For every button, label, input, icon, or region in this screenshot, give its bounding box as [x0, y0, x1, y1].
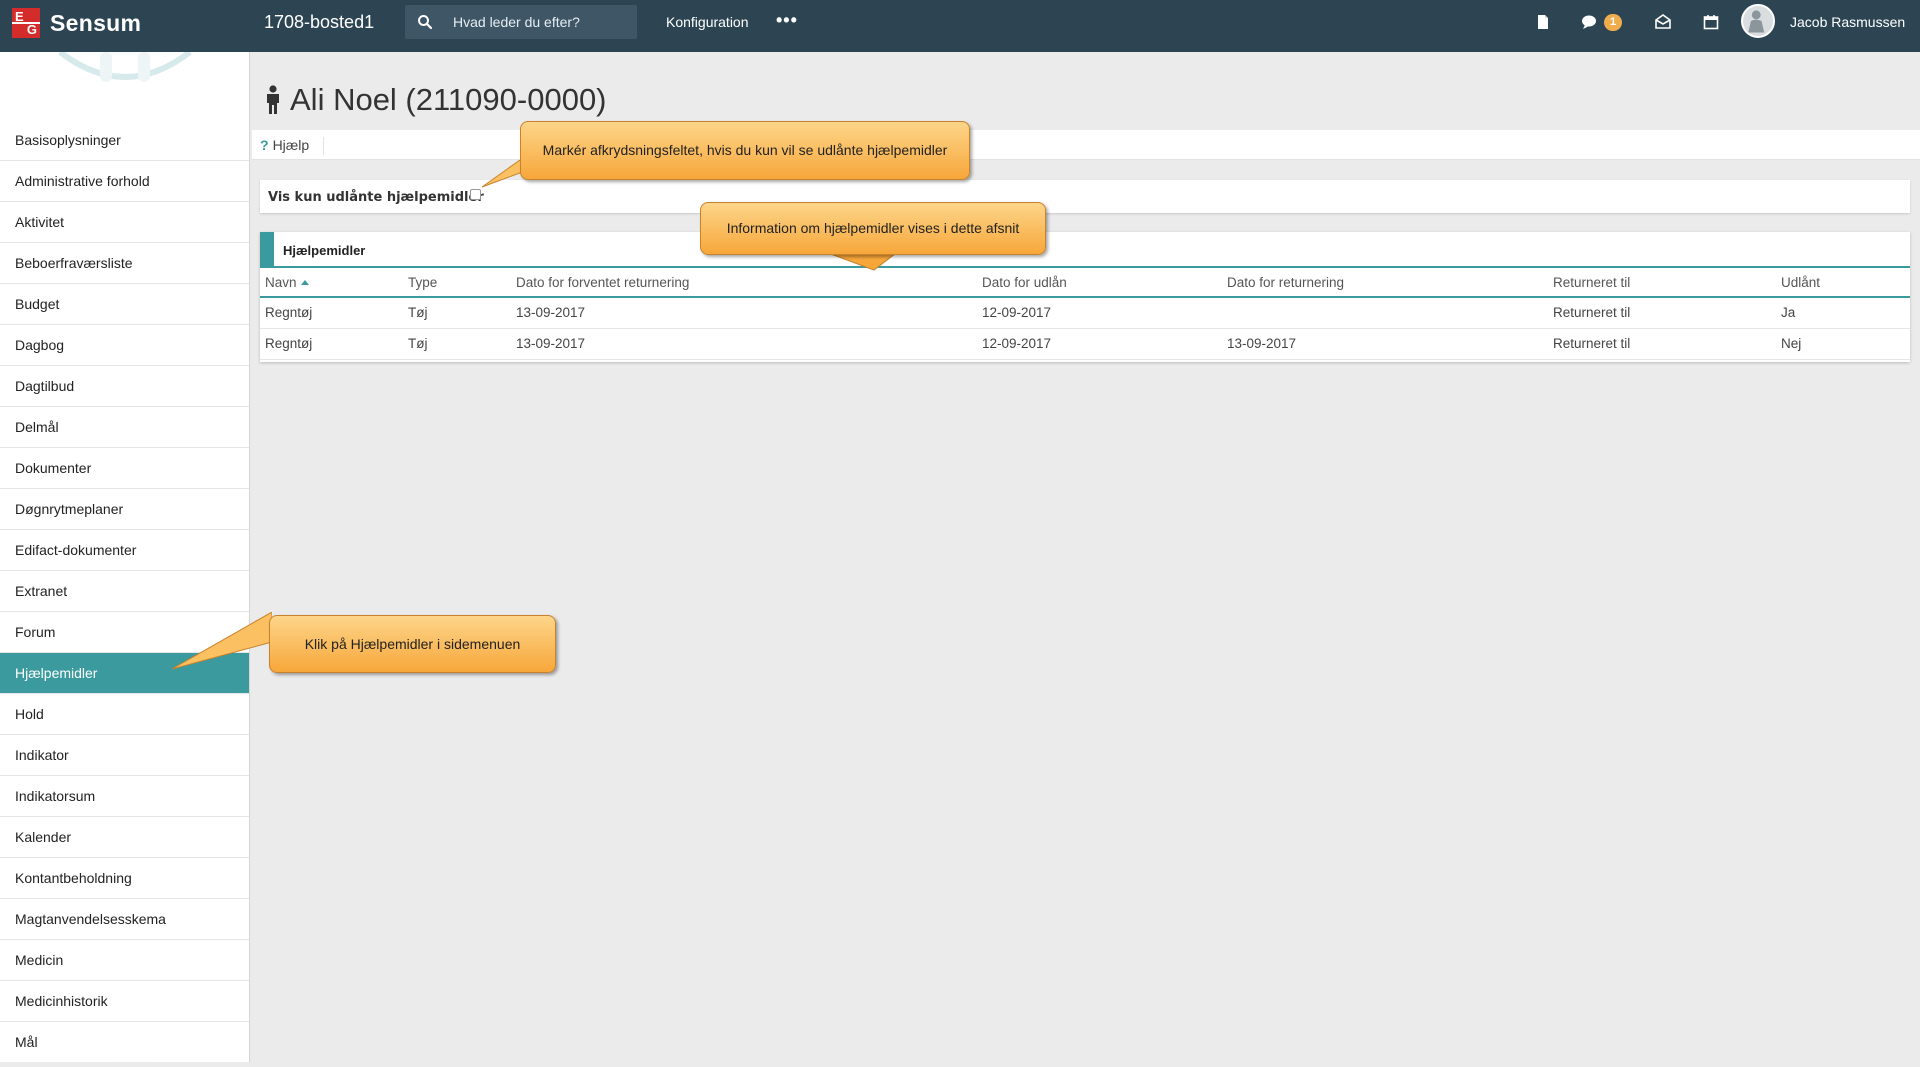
document-icon[interactable]: [1534, 13, 1552, 31]
loaned-only-checkbox[interactable]: [470, 189, 481, 200]
sidebar-item-kalender[interactable]: Kalender: [0, 817, 249, 858]
cell-return-date: [1222, 297, 1548, 329]
cell-expected-return: 13-09-2017: [511, 328, 977, 360]
cell-type: Tøj: [403, 297, 511, 329]
sidebar-item-hold[interactable]: Hold: [0, 694, 249, 735]
aids-table: Navn Type Dato for forventet returnering…: [260, 268, 1910, 360]
search-icon[interactable]: [417, 14, 433, 30]
sidebar-item-dagtilbud[interactable]: Dagtilbud: [0, 366, 249, 407]
cell-name: Regntøj: [260, 297, 403, 329]
column-header-type[interactable]: Type: [403, 268, 511, 298]
sidebar-item-basisoplysninger[interactable]: Basisoplysninger: [0, 120, 249, 161]
cell-return-date: 13-09-2017: [1222, 328, 1548, 360]
cell-name: Regntøj: [260, 328, 403, 360]
sidebar-item-delmaal[interactable]: Delmål: [0, 407, 249, 448]
page-title: Ali Noel (211090-0000): [264, 82, 607, 118]
mail-icon[interactable]: [1654, 13, 1672, 31]
resident-name: Ali Noel (211090-0000): [290, 82, 607, 117]
calendar-icon[interactable]: [1702, 13, 1720, 31]
table-row[interactable]: Regntøj Tøj 13-09-2017 12-09-2017 13-09-…: [260, 328, 1910, 360]
configuration-link[interactable]: Konfiguration: [666, 14, 749, 30]
eg-logo-icon: EG: [12, 8, 40, 38]
search-input[interactable]: [453, 13, 628, 31]
sidebar-item-aktivitet[interactable]: Aktivitet: [0, 202, 249, 243]
sidebar-item-beboerfravaersliste[interactable]: Beboerfraværsliste: [0, 243, 249, 284]
column-header-loaned[interactable]: Udlånt: [1776, 268, 1910, 298]
help-label: Hjælp: [272, 137, 310, 153]
side-menu: Basisoplysninger Administrative forhold …: [0, 52, 250, 1062]
sidebar-item-indikator[interactable]: Indikator: [0, 735, 249, 776]
chat-icon[interactable]: [1580, 13, 1598, 31]
aids-panel: Hjælpemidler Navn Type Dato for forvente…: [260, 232, 1910, 362]
cell-loan-date: 12-09-2017: [977, 328, 1222, 360]
info-tip-callout: Information om hjælpemidler vises i dett…: [700, 202, 1046, 255]
cell-loan-date: 12-09-2017: [977, 297, 1222, 329]
page-toolbar: ? Hjælp: [252, 130, 1920, 160]
column-header-navn[interactable]: Navn: [260, 268, 403, 298]
column-header-returned-to[interactable]: Returneret til: [1548, 268, 1776, 298]
column-header-return-date[interactable]: Dato for returnering: [1222, 268, 1548, 298]
help-icon: ?: [260, 137, 269, 153]
sidebar-item-indikatorsum[interactable]: Indikatorsum: [0, 776, 249, 817]
cell-returned-to: Returneret til: [1548, 328, 1776, 360]
person-icon: [267, 85, 279, 114]
sidebar-item-extranet[interactable]: Extranet: [0, 571, 249, 612]
top-navigation-bar: EG Sensum 1708-bosted1 Konfiguration •••…: [0, 0, 1920, 52]
column-header-loan-date[interactable]: Dato for udlån: [977, 268, 1222, 298]
cell-loaned: Nej: [1776, 328, 1910, 360]
user-avatar-icon[interactable]: [1741, 4, 1775, 38]
help-button[interactable]: ? Hjælp: [260, 137, 325, 155]
sidebar-item-edifact-dokumenter[interactable]: Edifact-dokumenter: [0, 530, 249, 571]
sidebar-item-dagbog[interactable]: Dagbog: [0, 325, 249, 366]
sidebar-item-dokumenter[interactable]: Dokumenter: [0, 448, 249, 489]
sidebar-item-magtanvendelsesskema[interactable]: Magtanvendelsesskema: [0, 899, 249, 940]
panel-header: Hjælpemidler: [260, 232, 1910, 268]
panel-title: Hjælpemidler: [283, 243, 366, 258]
cell-type: Tøj: [403, 328, 511, 360]
sidebar-item-medicinhistorik[interactable]: Medicinhistorik: [0, 981, 249, 1022]
loaned-only-label: Vis kun udlånte hjælpemidler: [268, 190, 484, 205]
sort-ascending-icon: [300, 280, 309, 286]
column-header-expected-return[interactable]: Dato for forventet returnering: [511, 268, 977, 298]
brand-name: Sensum: [50, 9, 142, 36]
message-count-badge: 1: [1604, 14, 1622, 31]
menu-callout-tail: [172, 612, 272, 670]
table-header-row: Navn Type Dato for forventet returnering…: [260, 268, 1910, 298]
sidebar-item-budget[interactable]: Budget: [0, 284, 249, 325]
table-row[interactable]: Regntøj Tøj 13-09-2017 12-09-2017 Return…: [260, 297, 1910, 329]
cell-returned-to: Returneret til: [1548, 297, 1776, 329]
sidebar-item-kontantbeholdning[interactable]: Kontantbeholdning: [0, 858, 249, 899]
sidebar-item-medicin[interactable]: Medicin: [0, 940, 249, 981]
sidebar-footer-decoration: [20, 1044, 240, 1062]
site-selector[interactable]: 1708-bosted1: [264, 12, 374, 33]
sidebar-item-administrative-forhold[interactable]: Administrative forhold: [0, 161, 249, 202]
side-menu-list: Basisoplysninger Administrative forhold …: [0, 120, 249, 1062]
user-name[interactable]: Jacob Rasmussen: [1790, 14, 1905, 30]
sidebar-item-doegnrytmeplaner[interactable]: Døgnrytmeplaner: [0, 489, 249, 530]
brand-logo[interactable]: EG Sensum: [12, 8, 141, 38]
more-menu-button[interactable]: •••: [776, 10, 798, 31]
global-search[interactable]: [405, 5, 637, 39]
cell-loaned: Ja: [1776, 297, 1910, 329]
cell-expected-return: 13-09-2017: [511, 297, 977, 329]
menu-tip-callout: Klik på Hjælpemidler i sidemenuen: [269, 615, 556, 673]
checkbox-tip-callout: Markér afkrydsningsfeltet, hvis du kun v…: [520, 121, 970, 180]
